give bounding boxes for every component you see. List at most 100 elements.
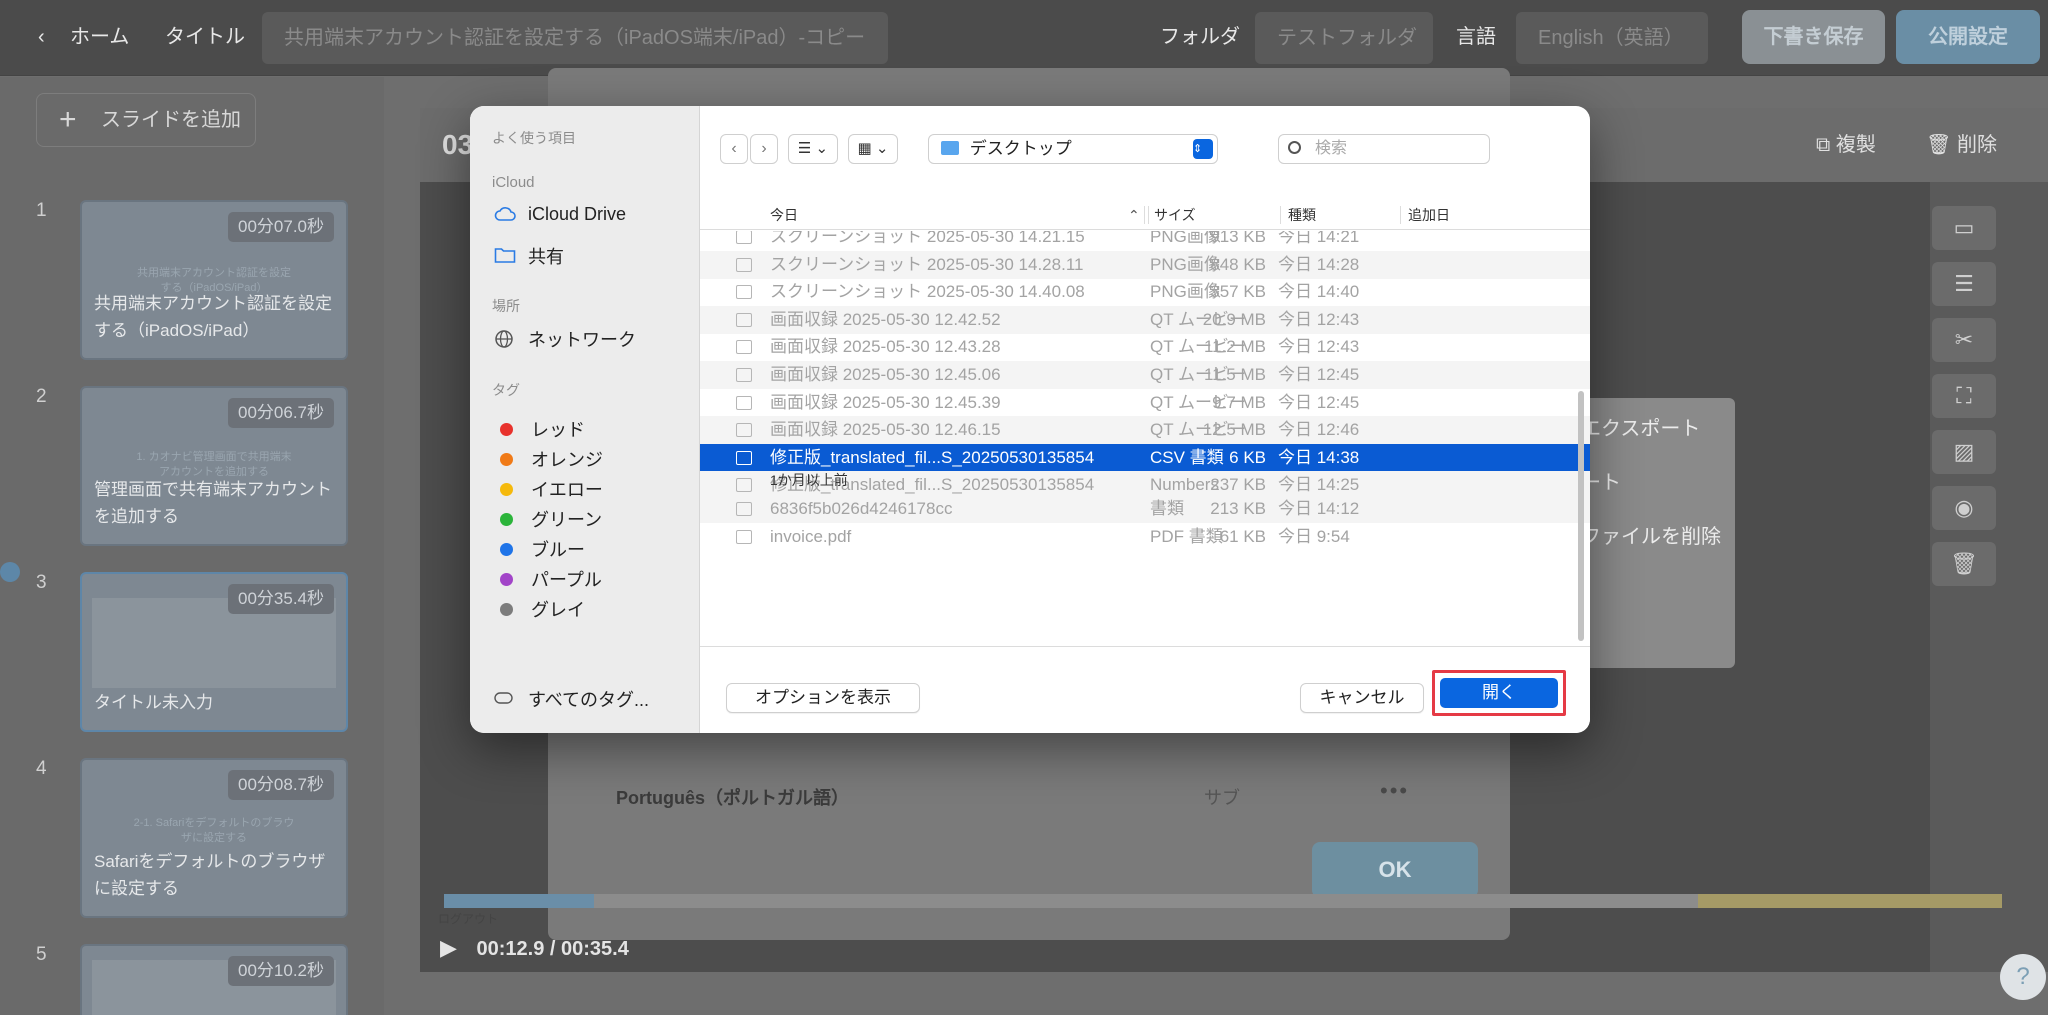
location-label: デスクトップ (969, 139, 1072, 158)
publish-button[interactable]: 公開設定 (1896, 10, 2040, 64)
caption-tool-icon[interactable]: ▭ (1932, 206, 1996, 250)
file-row[interactable]: 6836f5b026d4246178cc 213 KB 書類 今日 14:12 (700, 495, 1590, 523)
list-view-button[interactable]: ☰ ⌄ (788, 134, 838, 164)
back-icon[interactable]: ‹ (38, 0, 45, 76)
forward-nav-button[interactable]: › (750, 134, 778, 164)
scrollbar[interactable] (1578, 391, 1584, 641)
tag-label: グリーン (531, 510, 603, 530)
duration-badge: 00分08.7秒 (228, 770, 334, 800)
column-size[interactable]: サイズ (1154, 200, 1196, 230)
show-options-button[interactable]: オプションを表示 (726, 683, 920, 713)
crop-icon[interactable]: ⛶ (1932, 374, 1996, 418)
sidebar-tag[interactable]: グレイ (496, 596, 585, 622)
column-kind[interactable]: 種類 (1288, 200, 1316, 230)
file-row[interactable]: 画面収録 2025-05-30 12.43.28 11.2 MB QT ムービー 今日… (700, 333, 1590, 361)
file-row[interactable]: invoice.pdf 61 KB PDF 書類 今日 9:54 (700, 523, 1590, 551)
camera-icon[interactable]: ◉ (1932, 486, 1996, 530)
insert-marker (0, 562, 20, 582)
location-popup[interactable]: デスクトップ ⇕ (928, 134, 1218, 164)
file-row[interactable]: スクリーンショット 2025-05-30 14.40.08 357 KB PNG画像… (700, 278, 1590, 306)
file-kind: QT ムービー (1150, 337, 1247, 357)
file-row[interactable]: スクリーンショット 2025-05-30 14.28.11 848 KB PNG画像… (700, 250, 1590, 279)
file-name: 画面収録 2025-05-30 12.46.15 (770, 420, 1001, 440)
file-row[interactable]: スクリーンショット 2025-05-30 14.21.15 913 KB PNG画像… (700, 231, 1590, 251)
file-kind: PNG画像 (1150, 254, 1221, 274)
favorites-header: よく使う項目 (492, 130, 576, 146)
group-view-button[interactable]: ▦ ⌄ (848, 134, 898, 164)
tags-header: タグ (492, 382, 520, 398)
open-button[interactable]: 開く (1432, 670, 1566, 716)
file-icon (736, 530, 752, 544)
file-added: 今日 14:21 (1278, 231, 1360, 246)
title-input[interactable]: 共用端末アカウント認証を設定する（iPadOS端末/iPad）-コピー (262, 12, 888, 64)
globe-icon (494, 329, 516, 349)
file-icon (736, 450, 752, 465)
tag-label: グレイ (531, 600, 585, 620)
file-kind: PDF 書類 (1150, 527, 1223, 546)
file-name: スクリーンショット 2025-05-30 14.28.11 (770, 254, 1084, 274)
file-added: 今日 14:12 (1278, 499, 1360, 518)
timeline-segment (444, 894, 594, 908)
file-row[interactable]: 画面収録 2025-05-30 12.45.39 9.7 MB QT ムービー 今日 … (700, 389, 1590, 417)
slide-thumbnail-5[interactable]: 00分10.2秒 (80, 944, 348, 1015)
sidebar-tag[interactable]: イエロー (496, 476, 603, 502)
slide-thumbnail-2[interactable]: 1. カオナビ管理画面で共用端末アカウントを追加する 00分06.7秒 管理画面… (80, 386, 348, 546)
language-select[interactable]: English（英語） (1516, 12, 1708, 64)
scissors-icon[interactable]: ✂ (1932, 318, 1996, 362)
file-row[interactable]: 画面収録 2025-05-30 12.42.52 20.9 MB QT ムービー 今日… (700, 305, 1590, 334)
sidebar-item-icloud-drive[interactable]: iCloud Drive (494, 204, 626, 225)
playback-bar: ▶ 00:12.9 / 00:35.4 (440, 935, 629, 961)
play-icon[interactable]: ▶ (440, 935, 457, 960)
sort-chevron-icon[interactable]: ⌃ (1128, 200, 1140, 230)
file-icon (736, 502, 752, 516)
menu-item-delete-file[interactable]: ファイルを削除 (1581, 520, 1721, 549)
save-draft-button[interactable]: 下書き保存 (1742, 10, 1885, 64)
grid-icon: ▦ ⌄ (857, 140, 889, 157)
subtitle-tool-icon[interactable]: ☰ (1932, 262, 1996, 306)
sidebar-item-shared[interactable]: 共有 (494, 243, 564, 269)
file-row[interactable]: 画面収録 2025-05-30 12.45.06 11.5 MB QT ムービー 今日… (700, 361, 1590, 389)
column-added[interactable]: 追加日 (1408, 200, 1450, 230)
search-placeholder: 検索 (1315, 140, 1348, 157)
folder-select[interactable]: テストフォルダ (1255, 12, 1433, 64)
thumb-preview-text: 2-1. Safariをデフォルトのブラウザに設定する (133, 817, 295, 844)
file-added: 今日 12:46 (1278, 420, 1360, 440)
add-slide-button[interactable]: + スライドを追加 (36, 93, 256, 147)
search-input[interactable]: 検索 (1278, 134, 1490, 164)
back-nav-button[interactable]: ‹ (720, 134, 748, 164)
column-name[interactable]: 今日 (770, 200, 798, 230)
home-link[interactable]: ホーム (70, 0, 129, 76)
sidebar-item-network[interactable]: ネットワーク (494, 326, 636, 352)
file-name: スクリーンショット 2025-05-30 14.21.15 (770, 231, 1085, 246)
image-icon[interactable]: ▨ (1932, 430, 1996, 474)
slide-number: 1 (36, 200, 47, 221)
sidebar-tag[interactable]: パープル (496, 566, 602, 592)
slide-thumbnail-4[interactable]: 2-1. Safariをデフォルトのブラウザに設定する 00分08.7秒 Saf… (80, 758, 348, 918)
title-label: タイトル (165, 26, 245, 48)
ok-button[interactable]: OK (1312, 842, 1478, 898)
duplicate-button[interactable]: ⧉ 複製 (1816, 108, 1876, 182)
sidebar-tag[interactable]: レッド (496, 416, 585, 442)
file-row[interactable]: 画面収録 2025-05-30 12.46.15 12.5 MB QT ムービー 今日… (700, 416, 1590, 445)
updown-icon: ⇕ (1193, 139, 1213, 159)
slide-thumbnail-3[interactable]: 00分35.4秒 タイトル未入力 (80, 572, 348, 732)
sidebar-tag[interactable]: ブルー (496, 536, 585, 562)
sidebar-tag[interactable]: グリーン (496, 506, 602, 532)
sidebar-tag[interactable]: オレンジ (496, 446, 603, 472)
tag-label: オレンジ (531, 450, 603, 470)
help-button[interactable]: ? (2000, 954, 2046, 1000)
cancel-button[interactable]: キャンセル (1300, 683, 1424, 713)
language-row-type: サブ (1204, 788, 1240, 808)
sidebar-item-all-tags[interactable]: すべてのタグ... (494, 686, 649, 712)
trash-icon[interactable]: 🗑 (1932, 542, 1996, 586)
tag-label: ブルー (531, 540, 585, 560)
slide-thumbnail-1[interactable]: 共用端末アカウント認証を設定する（iPadOS/iPad） 00分07.0秒 共… (80, 200, 348, 360)
file-kind: QT ムービー (1150, 365, 1247, 384)
timeline-bar[interactable] (444, 894, 2002, 908)
delete-button[interactable]: 🗑 削除 (1926, 108, 1997, 182)
group-header: 1か月以上前 (700, 466, 1590, 494)
file-kind: PNG画像 (1150, 231, 1221, 246)
file-name: 6836f5b026d4246178cc (770, 499, 953, 518)
more-icon[interactable]: ••• (1380, 778, 1409, 804)
menu-item-export[interactable]: エクスポート (1581, 412, 1700, 441)
